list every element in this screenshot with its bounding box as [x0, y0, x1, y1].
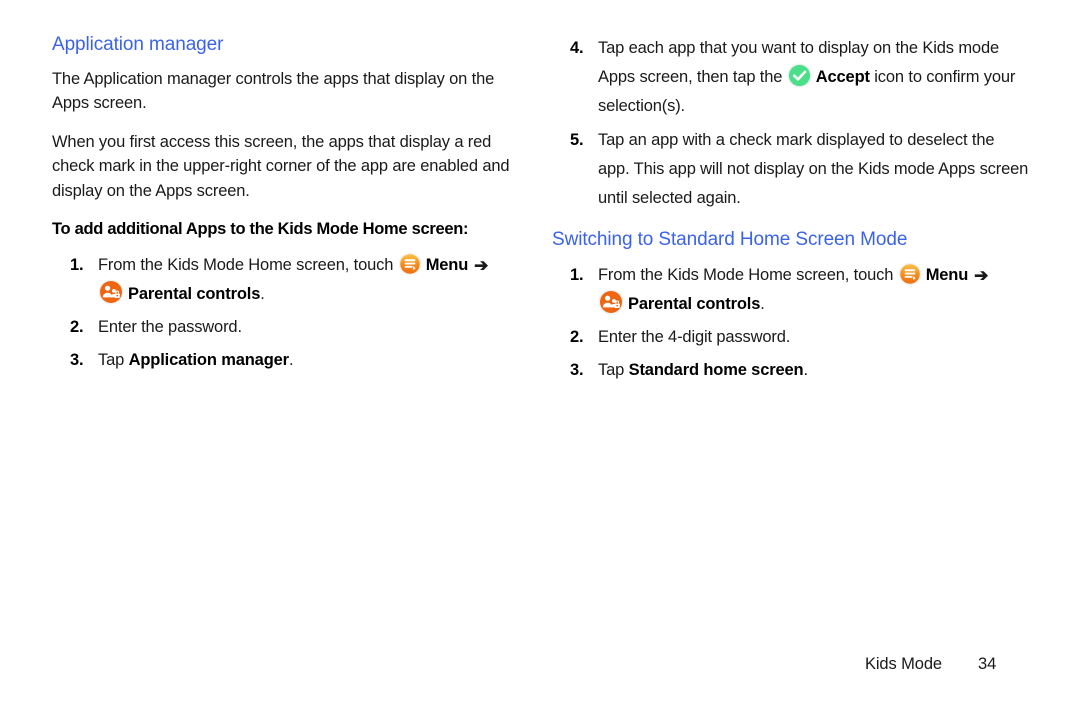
footer-page-number: 34: [978, 655, 997, 673]
step-number: 1.: [570, 265, 584, 284]
menu-icon[interactable]: [898, 262, 922, 286]
step-text: Enter the password.: [98, 318, 242, 337]
step-number: 2.: [70, 318, 84, 337]
standard-home-screen-label: Standard home screen: [628, 360, 804, 379]
application-manager-label: Application manager: [128, 351, 290, 370]
steps-list-right: 1. From the Kids Mode Home screen, touch…: [552, 261, 1030, 384]
footer-section-title: Kids Mode: [864, 655, 942, 673]
list-item: 3. Tap Application manager.: [52, 346, 530, 374]
list-item: 1. From the Kids Mode Home screen, touch…: [552, 261, 1030, 318]
step-trailing-punctuation: .: [260, 285, 265, 304]
menu-label: Menu: [425, 256, 469, 275]
step-trailing-punctuation: .: [288, 351, 294, 370]
left-column: Application manager The Application mana…: [52, 34, 530, 379]
accept-icon[interactable]: [787, 63, 812, 88]
menu-label: Menu: [925, 265, 969, 284]
parental-controls-icon[interactable]: [98, 279, 124, 305]
intro-paragraph-2: When you first access this screen, the a…: [52, 132, 510, 200]
step-trailing-punctuation: .: [760, 294, 765, 313]
parental-controls-icon[interactable]: [598, 289, 624, 315]
list-item: 5. Tap an app with a check mark displaye…: [552, 126, 1030, 213]
step-text: Tap: [598, 360, 629, 379]
list-item: 2. Enter the 4-digit password.: [552, 323, 1030, 351]
intro-paragraph-1: The Application manager controls the app…: [52, 69, 495, 113]
step-text: From the Kids Mode Home screen, touch: [598, 265, 898, 284]
page-title: Application manager: [52, 34, 224, 55]
step-text: From the Kids Mode Home screen, touch: [98, 256, 398, 275]
menu-icon[interactable]: [398, 252, 422, 276]
list-item: 4. Tap each app that you want to display…: [552, 34, 1030, 121]
step-number: 3.: [70, 351, 84, 370]
list-item: 2. Enter the password.: [52, 313, 530, 341]
step-text: Enter the 4-digit password.: [598, 327, 791, 346]
step-number: 5.: [570, 131, 584, 149]
lead-in-text: To add additional Apps to the Kids Mode …: [52, 220, 469, 239]
list-item: 3. Tap Standard home screen.: [552, 356, 1030, 384]
step-text: Tap an app with a check mark displayed t…: [598, 131, 1029, 207]
arrow-icon: ➔: [474, 256, 489, 276]
step-number: 2.: [570, 327, 584, 346]
page-footer: Kids Mode 34: [0, 655, 1080, 674]
step-number: 1.: [70, 256, 84, 275]
step-number: 4.: [570, 39, 584, 57]
step-trailing-punctuation: .: [803, 360, 809, 379]
list-item: 1. From the Kids Mode Home screen, touch…: [52, 251, 530, 308]
steps-list-continued: 4. Tap each app that you want to display…: [552, 34, 1030, 213]
step-text: Tap: [98, 351, 129, 370]
parental-controls-label: Parental controls: [628, 294, 761, 313]
right-column: 4. Tap each app that you want to display…: [552, 34, 1030, 389]
step-number: 3.: [570, 360, 584, 379]
steps-list-left: 1. From the Kids Mode Home screen, touch…: [52, 251, 530, 374]
parental-controls-label: Parental controls: [128, 285, 261, 304]
arrow-icon: ➔: [974, 265, 989, 285]
document-page: Application manager The Application mana…: [0, 0, 1080, 720]
section-title-switching: Switching to Standard Home Screen Mode: [552, 229, 908, 250]
accept-label: Accept: [815, 68, 870, 86]
